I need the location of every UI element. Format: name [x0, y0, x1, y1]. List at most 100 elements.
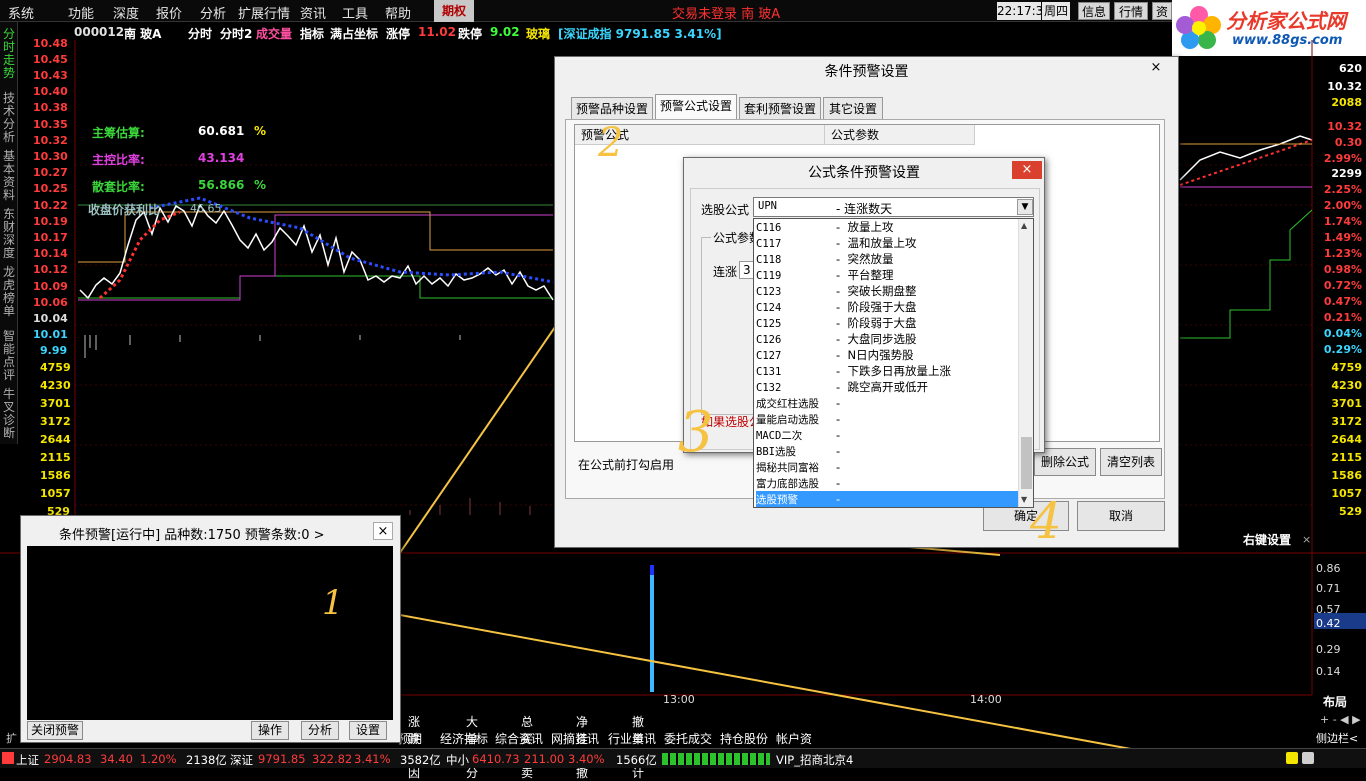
tab-orders[interactable]: 委托成交: [664, 730, 712, 747]
market-button[interactable]: 行情: [1114, 2, 1148, 20]
scrollbar-thumb[interactable]: [1021, 437, 1032, 489]
list-item[interactable]: 成交红柱选股 -: [756, 395, 1018, 411]
tab-big-order-diff[interactable]: 大单差分: [466, 713, 478, 781]
clear-list-button[interactable]: 清空列表: [1100, 448, 1162, 476]
menu-tools[interactable]: 工具: [342, 3, 368, 22]
right-click-settings[interactable]: 右键设置: [1243, 531, 1291, 548]
tab-arbitrage-settings[interactable]: 套利预警设置: [739, 97, 821, 119]
tab-industry[interactable]: 行业资讯: [608, 730, 656, 747]
menu-depth[interactable]: 深度: [113, 3, 139, 22]
list-item[interactable]: C124- 阶段强于大盘: [756, 299, 1018, 315]
tab-total-buysell[interactable]: 总买总卖: [521, 713, 533, 781]
tab-other-settings[interactable]: 其它设置: [823, 97, 883, 119]
menu-help[interactable]: 帮助: [385, 3, 411, 22]
sh-change: 34.40: [100, 752, 133, 766]
list-item-selected[interactable]: 选股预警 -: [756, 491, 1018, 507]
stat-loose-unit: %: [254, 178, 267, 192]
tab-positions[interactable]: 持仓股份: [720, 730, 768, 747]
list-item[interactable]: C131- 下跌多日再放量上涨: [756, 363, 1018, 379]
select-formula-label: 选股公式: [701, 203, 750, 217]
right-tick: 1057: [1331, 487, 1362, 500]
left-tick: 4759: [40, 361, 71, 374]
tab-formula-settings[interactable]: 预警公式设置: [655, 94, 737, 119]
chevron-up-icon[interactable]: ▲: [1021, 221, 1027, 230]
layout-button[interactable]: 布局: [1323, 693, 1347, 710]
tab-cancel-accum[interactable]: 撤单累计: [632, 713, 644, 781]
list-item[interactable]: C132- 跳空高开或低开: [756, 379, 1018, 395]
settings-button[interactable]: 设置: [349, 721, 387, 740]
list-item[interactable]: C117- 温和放量上攻: [756, 235, 1018, 251]
tab-news[interactable]: 综合资讯: [495, 730, 543, 747]
zx-amount: 1566亿: [616, 753, 657, 767]
cancel-button[interactable]: 取消: [1077, 501, 1165, 531]
lock-icon[interactable]: [1286, 752, 1298, 764]
right-tick: 620: [1339, 62, 1362, 75]
menu-news[interactable]: 资讯: [300, 3, 326, 22]
list-item[interactable]: C126- 大盘同步选股: [756, 331, 1018, 347]
chevron-down-icon[interactable]: ▼: [1017, 199, 1033, 215]
right-tick: 2299: [1331, 167, 1362, 180]
left-tick: 10.30: [33, 150, 68, 163]
list-scrollbar[interactable]: ▲ ▼: [1018, 219, 1033, 507]
news-button[interactable]: 资: [1152, 2, 1172, 20]
sz-label: 深证: [230, 753, 253, 767]
sidebar-toggle[interactable]: 侧边栏<: [1316, 730, 1358, 746]
column-params[interactable]: 公式参数: [825, 125, 975, 145]
close-icon[interactable]: ×: [1302, 533, 1311, 546]
menu-ext-market[interactable]: 扩展行情: [238, 3, 290, 22]
sz-pct: 3.41%: [354, 752, 391, 766]
list-item[interactable]: C123- 突破长期盘整: [756, 283, 1018, 299]
list-item[interactable]: C127- N日内强势股: [756, 347, 1018, 363]
sh-pct: 1.20%: [140, 752, 177, 766]
limit-down-value: 9.02: [490, 25, 520, 39]
list-item[interactable]: 富力底部选股 -: [756, 475, 1018, 491]
stock-code: 000012: [74, 25, 125, 39]
list-item[interactable]: BBI选股 -: [756, 443, 1018, 459]
list-item[interactable]: MACD二次 -: [756, 427, 1018, 443]
tab-symbol-settings[interactable]: 预警品种设置: [571, 97, 653, 119]
left-tick: 1057: [40, 487, 71, 500]
left-tick: 10.45: [33, 53, 68, 66]
formula-options: C116- 放量上攻 C117- 温和放量上攻 C118- 突然放量 C119-…: [754, 219, 1018, 507]
tab-change-cause[interactable]: 涨跌动因: [408, 713, 420, 781]
menu-options-tab[interactable]: 期权: [434, 0, 474, 22]
logo-title: 分析家公式网: [1226, 9, 1346, 33]
formula-select[interactable]: UPN - 连涨数天 ▼: [753, 197, 1034, 217]
alert-window: 条件预警[运行中] 品种数:1750 预警条数:0 > × 关闭预警 操作 分析…: [20, 515, 401, 743]
network-icon[interactable]: [1302, 752, 1314, 764]
left-tick: 10.09: [33, 280, 68, 293]
left-tick: 10.35: [33, 118, 68, 131]
zoom-controls[interactable]: + - ◀ ▶: [1320, 713, 1361, 726]
chevron-down-icon[interactable]: ▼: [1021, 495, 1027, 504]
list-item[interactable]: C119- 平台整理: [756, 267, 1018, 283]
list-item[interactable]: C118- 突然放量: [756, 251, 1018, 267]
list-item[interactable]: 量能启动选股 -: [756, 411, 1018, 427]
tab-forecast[interactable]: 预期: [398, 730, 422, 747]
tab-net-order[interactable]: 净挂净撤: [576, 713, 588, 781]
menu-analysis[interactable]: 分析: [200, 3, 226, 22]
list-item[interactable]: 揭秘共同富裕 -: [756, 459, 1018, 475]
right-tick: 3172: [1331, 415, 1362, 428]
list-item[interactable]: C125- 阶段弱于大盘: [756, 315, 1018, 331]
tab-prefix: 扩: [6, 732, 17, 745]
right-tick: 529: [1339, 505, 1362, 518]
right-tick: 2.99%: [1323, 152, 1362, 165]
list-item[interactable]: C116- 放量上攻: [756, 219, 1018, 235]
left-tick: 4230: [40, 379, 71, 392]
left-tick: 10.27: [33, 166, 68, 179]
close-alert-button[interactable]: 关闭预警: [27, 721, 83, 740]
menu-quote[interactable]: 报价: [156, 3, 182, 22]
settings-close-button[interactable]: ×: [1141, 59, 1171, 77]
alert-close-button[interactable]: ×: [373, 522, 393, 540]
operate-button[interactable]: 操作: [251, 721, 289, 740]
sz-change: 322.82: [312, 752, 353, 766]
stat-main-chip-value: 60.681: [198, 124, 245, 138]
right-tick: 1586: [1331, 469, 1362, 482]
stat-profit-value: 46.65: [190, 202, 222, 215]
info-button[interactable]: 信息: [1078, 2, 1110, 20]
tab-econ[interactable]: 经济指标: [440, 730, 488, 747]
tab-web-news[interactable]: 网摘资讯: [551, 730, 599, 747]
formula-close-button[interactable]: ×: [1012, 161, 1042, 179]
analyze-button[interactable]: 分析: [301, 721, 339, 740]
left-price-axis: 10.48 10.45 10.43 10.40 10.38 10.35 10.3…: [0, 0, 75, 520]
